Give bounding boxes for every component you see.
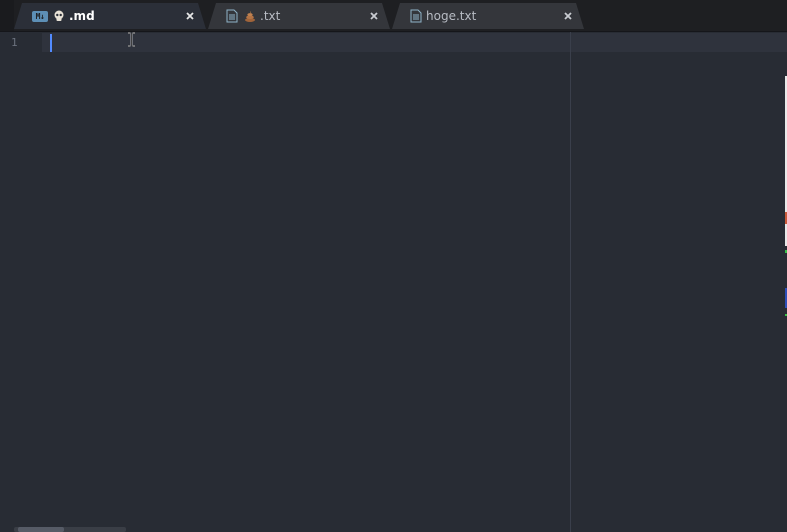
editor-window: M↓ .md .txt hoge.txt 1 [0, 0, 787, 532]
tab-md-file[interactable]: M↓ .md [14, 3, 206, 29]
file-text-icon [226, 9, 238, 23]
markdown-icon: M↓ [32, 11, 48, 22]
ibeam-cursor-icon [127, 32, 136, 47]
wrap-guide [570, 32, 571, 532]
tab-bar-edge [0, 0, 14, 31]
skull-icon [53, 10, 65, 22]
pile-of-poo-icon [244, 10, 256, 22]
tab-txt-file[interactable]: .txt [208, 3, 390, 29]
file-text-icon [410, 9, 422, 23]
tab-label: .txt [260, 9, 281, 23]
line-number-gutter[interactable]: 1 [0, 32, 42, 532]
close-icon[interactable] [184, 10, 196, 22]
text-cursor [50, 34, 52, 52]
tab-bar: M↓ .md .txt hoge.txt [0, 0, 787, 32]
close-icon[interactable] [562, 10, 574, 22]
scrollbar-thumb[interactable] [18, 527, 64, 532]
close-icon[interactable] [368, 10, 380, 22]
tab-label: hoge.txt [426, 9, 477, 23]
line-number: 1 [11, 36, 18, 49]
horizontal-scrollbar[interactable] [14, 527, 126, 532]
tab-label: .md [69, 9, 95, 23]
tab-hoge-txt[interactable]: hoge.txt [392, 3, 584, 29]
text-editor[interactable]: 1 [0, 32, 787, 532]
current-line-highlight [0, 33, 787, 52]
